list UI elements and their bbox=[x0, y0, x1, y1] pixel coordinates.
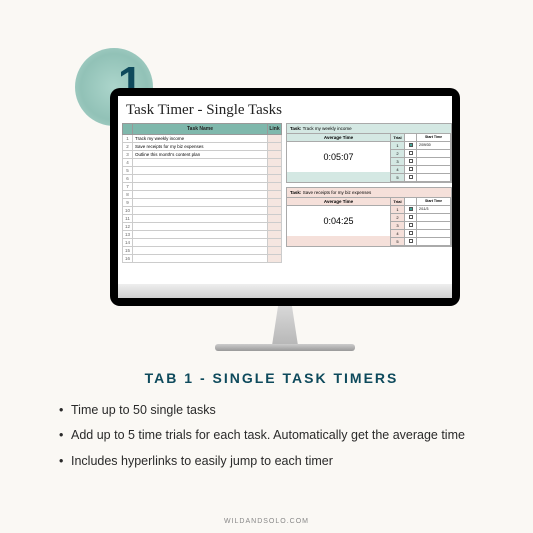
monitor-base bbox=[215, 344, 355, 351]
monitor-mockup: Task Timer - Single Tasks Task Name Link… bbox=[110, 88, 460, 351]
list-item: Includes hyperlinks to easily jump to ea… bbox=[55, 451, 488, 472]
screen-frame: Task Timer - Single Tasks Task Name Link… bbox=[110, 88, 460, 306]
list-item: Add up to 5 time trials for each task. A… bbox=[55, 425, 488, 446]
avg-time: 0:05:07 bbox=[287, 142, 390, 172]
list-item: Time up to 50 single tasks bbox=[55, 400, 488, 421]
apple-logo-icon bbox=[281, 297, 289, 307]
spreadsheet-screen: Task Timer - Single Tasks Task Name Link… bbox=[118, 96, 452, 298]
sheet-title: Task Timer - Single Tasks bbox=[118, 96, 452, 123]
description-block: TAB 1 - SINGLE TASK TIMERS Time up to 50… bbox=[55, 370, 488, 476]
monitor-stand bbox=[256, 306, 314, 344]
col-num bbox=[123, 124, 133, 135]
timer-task-header: Task: Save receipts for my biz expenses bbox=[287, 188, 451, 198]
table-row: 5 bbox=[123, 167, 282, 175]
table-row: 12 bbox=[123, 223, 282, 231]
table-row: 7 bbox=[123, 183, 282, 191]
task-table: Task Name Link 1Track my weekly income 2… bbox=[122, 123, 282, 263]
table-row: 13 bbox=[123, 231, 282, 239]
sheet-content: Task Name Link 1Track my weekly income 2… bbox=[118, 123, 452, 263]
table-header-row: Task Name Link bbox=[123, 124, 282, 135]
col-name: Task Name bbox=[133, 124, 268, 135]
footer-credit: WILDANDSOLO.COM bbox=[0, 518, 533, 525]
table-row: 3Outline this month's content plan bbox=[123, 151, 282, 159]
table-row: 6 bbox=[123, 175, 282, 183]
table-row: 2Save receipts for my biz expenses bbox=[123, 143, 282, 151]
table-row: 8 bbox=[123, 191, 282, 199]
table-row: 11 bbox=[123, 215, 282, 223]
table-row: 9 bbox=[123, 199, 282, 207]
table-row: 15 bbox=[123, 247, 282, 255]
table-row: 14 bbox=[123, 239, 282, 247]
avg-time: 0:04:25 bbox=[287, 206, 390, 236]
description-title: TAB 1 - SINGLE TASK TIMERS bbox=[55, 370, 488, 386]
table-row: 16 bbox=[123, 255, 282, 263]
feature-list: Time up to 50 single tasks Add up to 5 t… bbox=[55, 400, 488, 472]
table-row: 10 bbox=[123, 207, 282, 215]
timer-task-header: Task: Track my weekly income bbox=[287, 124, 451, 134]
timer-cards: Task: Track my weekly income Average Tim… bbox=[286, 123, 452, 263]
col-link: Link bbox=[268, 124, 282, 135]
table-row: 4 bbox=[123, 159, 282, 167]
table-row: 1Track my weekly income bbox=[123, 135, 282, 143]
timer-card: Task: Track my weekly income Average Tim… bbox=[286, 123, 452, 183]
avg-label: Average Time bbox=[287, 198, 390, 206]
timer-card: Task: Save receipts for my biz expenses … bbox=[286, 187, 452, 247]
avg-label: Average Time bbox=[287, 134, 390, 142]
